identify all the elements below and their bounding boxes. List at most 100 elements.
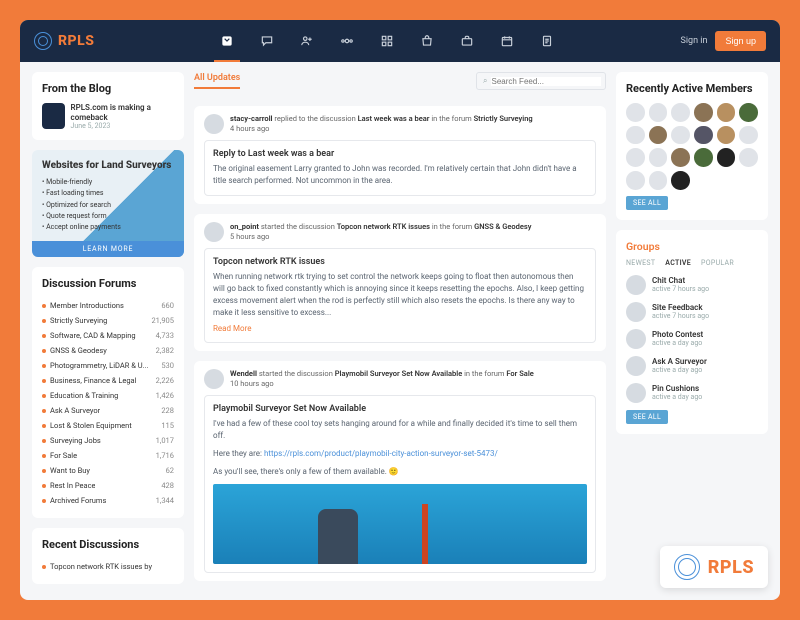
forum-count: 428	[161, 481, 174, 490]
members-grid	[626, 103, 758, 190]
group-row[interactable]: Site Feedbackactive 7 hours ago	[626, 302, 758, 322]
forum-row[interactable]: Education & Training1,426	[42, 388, 174, 403]
nav-jobs-icon[interactable]	[460, 34, 474, 48]
avatar[interactable]	[739, 103, 758, 122]
main-nav	[108, 34, 666, 48]
forum-row[interactable]: For Sale 1,716	[42, 448, 174, 463]
ad-bullet: Mobile-friendly	[42, 177, 174, 188]
avatar[interactable]	[739, 126, 758, 145]
forum-row[interactable]: Strictly Surveying21,905	[42, 313, 174, 328]
feed-post: Wendell started the discussion Playmobil…	[194, 361, 606, 581]
brand-logo-icon	[674, 554, 700, 580]
groups-tab-newest[interactable]: NEWEST	[626, 259, 655, 267]
signin-link[interactable]: Sign in	[681, 36, 708, 46]
members-seeall-button[interactable]: SEE ALL	[626, 196, 668, 210]
forum-row[interactable]: Archived Forums1,344	[42, 493, 174, 508]
forum-row[interactable]: Photogrammetry, LiDAR & U...530	[42, 358, 174, 373]
avatar[interactable]	[649, 171, 668, 190]
forum-row[interactable]: Software, CAD & Mapping4,733	[42, 328, 174, 343]
forum-row[interactable]: Member Introductions660	[42, 298, 174, 313]
avatar[interactable]	[694, 126, 713, 145]
forum-row[interactable]: GNSS & Geodesy2,382	[42, 343, 174, 358]
sidebar-ad[interactable]: Websites for Land Surveyors Mobile-frien…	[32, 150, 184, 257]
avatar[interactable]	[717, 148, 736, 167]
avatar[interactable]	[739, 148, 758, 167]
blog-card: From the Blog RPLS.com is making a comeb…	[32, 72, 184, 140]
brand[interactable]: RPLS	[34, 32, 94, 50]
search-icon: ⌕	[483, 76, 487, 86]
nav-members-icon[interactable]	[300, 34, 314, 48]
avatar[interactable]	[649, 148, 668, 167]
blog-date: June 5, 2023	[71, 122, 174, 130]
group-meta: active a day ago	[652, 366, 707, 374]
nav-groups-icon[interactable]	[340, 34, 354, 48]
topbar: RPLS Sign in Sign up	[20, 20, 780, 62]
forum-row[interactable]: Ask A Surveyor228	[42, 403, 174, 418]
avatar[interactable]	[694, 103, 713, 122]
avatar[interactable]	[671, 126, 690, 145]
forum-row[interactable]: Surveying Jobs1,017	[42, 433, 174, 448]
forum-name: GNSS & Geodesy	[42, 346, 107, 355]
forum-row[interactable]: Business, Finance & Legal2,226	[42, 373, 174, 388]
nav-calendar-icon[interactable]	[500, 34, 514, 48]
ad-bullet: Fast loading times	[42, 188, 174, 199]
avatar[interactable]	[649, 103, 668, 122]
signup-button[interactable]: Sign up	[715, 31, 766, 51]
post-title: Playmobil Surveyor Set Now Available	[213, 404, 587, 414]
ad-cta-button[interactable]: LEARN MORE	[32, 241, 184, 257]
recent-item[interactable]: Topcon network RTK issues by	[42, 559, 174, 574]
forum-count: 1,344	[156, 496, 174, 505]
forum-row[interactable]: Want to Buy62	[42, 463, 174, 478]
post-link[interactable]: https://rpls.com/product/playmobil-city-…	[264, 449, 498, 458]
group-name: Pin Cushions	[652, 384, 702, 393]
groups-heading: Groups	[626, 240, 758, 253]
group-row[interactable]: Chit Chatactive 7 hours ago	[626, 275, 758, 295]
avatar[interactable]	[694, 148, 713, 167]
avatar[interactable]	[626, 126, 645, 145]
forum-name: Photogrammetry, LiDAR & U...	[42, 361, 149, 370]
forum-count: 115	[161, 421, 174, 430]
feed-search[interactable]: ⌕	[476, 72, 606, 90]
read-more-link[interactable]: Read More	[213, 324, 251, 333]
search-input[interactable]	[491, 77, 601, 86]
avatar[interactable]	[671, 103, 690, 122]
avatar[interactable]	[717, 126, 736, 145]
blog-item[interactable]: RPLS.com is making a comeback June 5, 20…	[42, 103, 174, 130]
forum-name: Rest In Peace	[42, 481, 95, 490]
forum-name: Strictly Surveying	[42, 316, 107, 325]
app-window: RPLS Sign in Sign up From the Blog	[20, 20, 780, 600]
feed-tab-all[interactable]: All Updates	[194, 73, 240, 89]
groups-tab-active[interactable]: ACTIVE	[665, 259, 691, 267]
avatar[interactable]	[204, 114, 224, 134]
forum-name: Want to Buy	[42, 466, 90, 475]
group-row[interactable]: Photo Contestactive a day ago	[626, 329, 758, 349]
groups-seeall-button[interactable]: SEE ALL	[626, 410, 668, 424]
nav-feed-icon[interactable]	[220, 34, 234, 48]
group-meta: active 7 hours ago	[652, 312, 709, 320]
nav-shop-icon[interactable]	[420, 34, 434, 48]
blog-title: RPLS.com is making a comeback	[71, 103, 174, 122]
avatar[interactable]	[204, 369, 224, 389]
nav-chat-icon[interactable]	[260, 34, 274, 48]
ad-bullets: Mobile-friendlyFast loading timesOptimiz…	[42, 177, 174, 233]
groups-tab-popular[interactable]: POPULAR	[701, 259, 734, 267]
group-row[interactable]: Pin Cushionsactive a day ago	[626, 383, 758, 403]
nav-docs-icon[interactable]	[540, 34, 554, 48]
post-meta: stacy-carroll replied to the discussion …	[230, 114, 533, 134]
forum-count: 1,716	[156, 451, 174, 460]
avatar[interactable]	[671, 171, 690, 190]
avatar[interactable]	[717, 103, 736, 122]
avatar[interactable]	[626, 103, 645, 122]
forum-row[interactable]: Rest In Peace 428	[42, 478, 174, 493]
forum-row[interactable]: Lost & Stolen Equipment115	[42, 418, 174, 433]
group-meta: active a day ago	[652, 339, 703, 347]
forum-name: For Sale	[42, 451, 77, 460]
group-row[interactable]: Ask A Surveyoractive a day ago	[626, 356, 758, 376]
nav-grid-icon[interactable]	[380, 34, 394, 48]
avatar[interactable]	[204, 222, 224, 242]
avatar[interactable]	[626, 171, 645, 190]
avatar[interactable]	[671, 148, 690, 167]
avatar[interactable]	[649, 126, 668, 145]
watermark-text: RPLS	[708, 557, 754, 578]
avatar[interactable]	[626, 148, 645, 167]
